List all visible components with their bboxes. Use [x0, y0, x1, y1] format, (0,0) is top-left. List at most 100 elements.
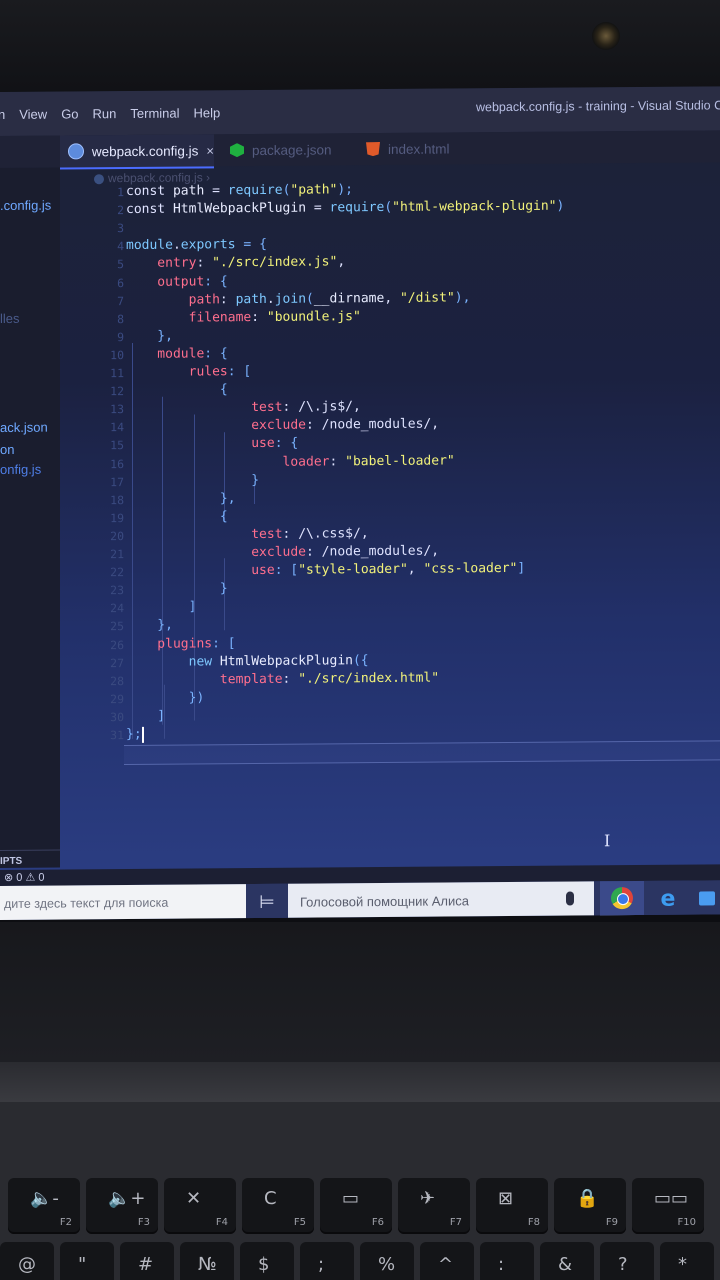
key-number-row[interactable]: № — [180, 1242, 234, 1280]
key-number-row[interactable]: : — [480, 1242, 534, 1280]
key-number-row[interactable]: @ — [0, 1242, 54, 1280]
code-editor[interactable]: I 1 const path = require("path"); 2 const H… — [60, 162, 720, 867]
key-number-row[interactable]: # — [120, 1242, 174, 1280]
chrome-taskbar-button[interactable] — [600, 880, 644, 918]
sidebar-item-webpack-config[interactable]: .config.js — [0, 198, 51, 213]
key-label: F4 — [215, 1217, 228, 1228]
code-text: exclude: /node_modules/, — [126, 416, 439, 436]
line-number: 10 — [110, 347, 124, 363]
microphone-icon[interactable] — [566, 891, 574, 906]
menu-view[interactable]: View — [19, 106, 47, 121]
sidebar-divider — [0, 849, 60, 851]
code-text: template: "./src/index.html" — [126, 669, 439, 689]
code-text: test: /\.css$/, — [126, 525, 369, 545]
code-token: test — [126, 399, 283, 417]
key-number-row[interactable]: * — [660, 1242, 714, 1280]
key-number-row[interactable]: " — [60, 1242, 114, 1280]
code-text: }; — [126, 726, 144, 744]
code-token: require — [227, 182, 283, 199]
key-number-row[interactable]: & — [540, 1242, 594, 1280]
code-token: : — [251, 309, 267, 325]
code-token: require — [329, 200, 385, 216]
key-glyph: ⊠ — [498, 1188, 514, 1209]
task-view-button[interactable]: ⊨ — [248, 883, 286, 920]
code-text: }) — [126, 689, 205, 708]
code-token: filename — [126, 309, 252, 326]
sidebar-item-config-js[interactable]: onfig.js — [0, 462, 41, 477]
key-f7[interactable]: ✈ F7 — [398, 1178, 470, 1234]
code-token: }, — [126, 328, 173, 344]
key-number-row[interactable]: $ — [240, 1242, 294, 1280]
menu-terminal[interactable]: Terminal — [130, 105, 179, 120]
taskbar-search-input[interactable]: дите здесь текст для поиска — [0, 884, 246, 920]
code-token: : { — [274, 436, 299, 452]
menu-run[interactable]: Run — [93, 106, 117, 121]
line-number: 2 — [117, 203, 124, 218]
problems-indicator[interactable]: ⊗ 0 ⚠ 0 — [4, 871, 44, 884]
code-text: }, — [126, 490, 236, 509]
line-number: 19 — [110, 510, 124, 525]
key-f10[interactable]: ▭▭ F10 — [632, 1178, 704, 1234]
sidebar-item-package-json[interactable]: ack.json — [0, 420, 48, 435]
key-f6[interactable]: ▭ F6 — [320, 1178, 392, 1234]
code-token: : — [329, 453, 346, 469]
code-text: exclude: /node_modules/, — [126, 543, 439, 563]
sidebar-item-json[interactable]: on — [0, 442, 14, 457]
code-text: module.exports = { — [126, 236, 267, 255]
tab-index-html[interactable]: index.html — [358, 132, 478, 165]
code-text: plugins: [ — [126, 635, 235, 654]
code-token: path — [235, 291, 267, 307]
key-glyph: % — [378, 1254, 396, 1275]
menu-help[interactable]: Help — [194, 105, 221, 120]
code-token: loader — [126, 453, 330, 471]
code-token: use — [126, 562, 275, 580]
edge-taskbar-button[interactable]: e — [650, 881, 686, 917]
laptop-hinge — [0, 1062, 720, 1102]
key-glyph: ? — [618, 1254, 628, 1275]
key-label: F6 — [371, 1217, 384, 1228]
key-number-row[interactable]: ^ — [420, 1242, 474, 1280]
code-token: entry — [126, 255, 197, 272]
key-f3[interactable]: 🔈+ F3 — [86, 1178, 158, 1234]
key-label: F10 — [677, 1217, 696, 1228]
key-number-row[interactable]: ? — [600, 1242, 654, 1280]
close-icon[interactable]: × — [206, 143, 214, 158]
code-token: path — [172, 183, 205, 199]
code-token: const — [126, 201, 173, 218]
menu-go[interactable]: Go — [61, 106, 78, 121]
key-glyph: ✈ — [420, 1188, 436, 1209]
code-token: , — [360, 525, 369, 542]
key-glyph: ▭ — [342, 1188, 360, 1209]
code-token: ] — [126, 708, 166, 724]
menu-selection[interactable]: n — [0, 106, 5, 121]
code-text: { — [126, 381, 228, 400]
code-token: : — [219, 291, 236, 307]
code-token: : [ — [274, 562, 299, 578]
code-token: ) — [556, 198, 565, 214]
key-f4[interactable]: ✕ F4 — [164, 1178, 236, 1234]
key-number-row[interactable]: ; — [300, 1242, 354, 1280]
window-title: webpack.config.js - training - Visual St… — [476, 98, 720, 115]
sidebar-item-files[interactable]: lles — [0, 311, 20, 326]
line-number: 25 — [110, 619, 124, 634]
code-token: . — [266, 291, 275, 307]
code-token: }, — [126, 490, 236, 507]
code-token: use — [126, 436, 275, 453]
tab-webpack-config[interactable]: webpack.config.js × — [60, 134, 214, 170]
sidebar-section-npm-scripts[interactable]: IPTS — [0, 856, 22, 867]
key-f5[interactable]: C F5 — [242, 1178, 314, 1234]
store-taskbar-button[interactable] — [692, 880, 720, 916]
line-number: 29 — [110, 691, 124, 706]
voice-assistant-input[interactable]: Голосовой помощник Алиса — [288, 881, 594, 920]
key-f2[interactable]: 🔈- F2 — [8, 1178, 80, 1234]
key-f9[interactable]: 🔒 F9 — [554, 1178, 626, 1234]
laptop-bezel — [0, 922, 720, 1062]
key-label: F8 — [527, 1217, 540, 1228]
tab-package-json[interactable]: package.json — [222, 133, 342, 166]
code-token: = { — [235, 237, 267, 253]
code-token: "./src/index.html" — [298, 670, 440, 687]
key-glyph: : — [498, 1254, 505, 1275]
key-f8[interactable]: ⊠ F8 — [476, 1178, 548, 1234]
key-number-row[interactable]: % — [360, 1242, 414, 1280]
code-token: , — [384, 290, 400, 306]
